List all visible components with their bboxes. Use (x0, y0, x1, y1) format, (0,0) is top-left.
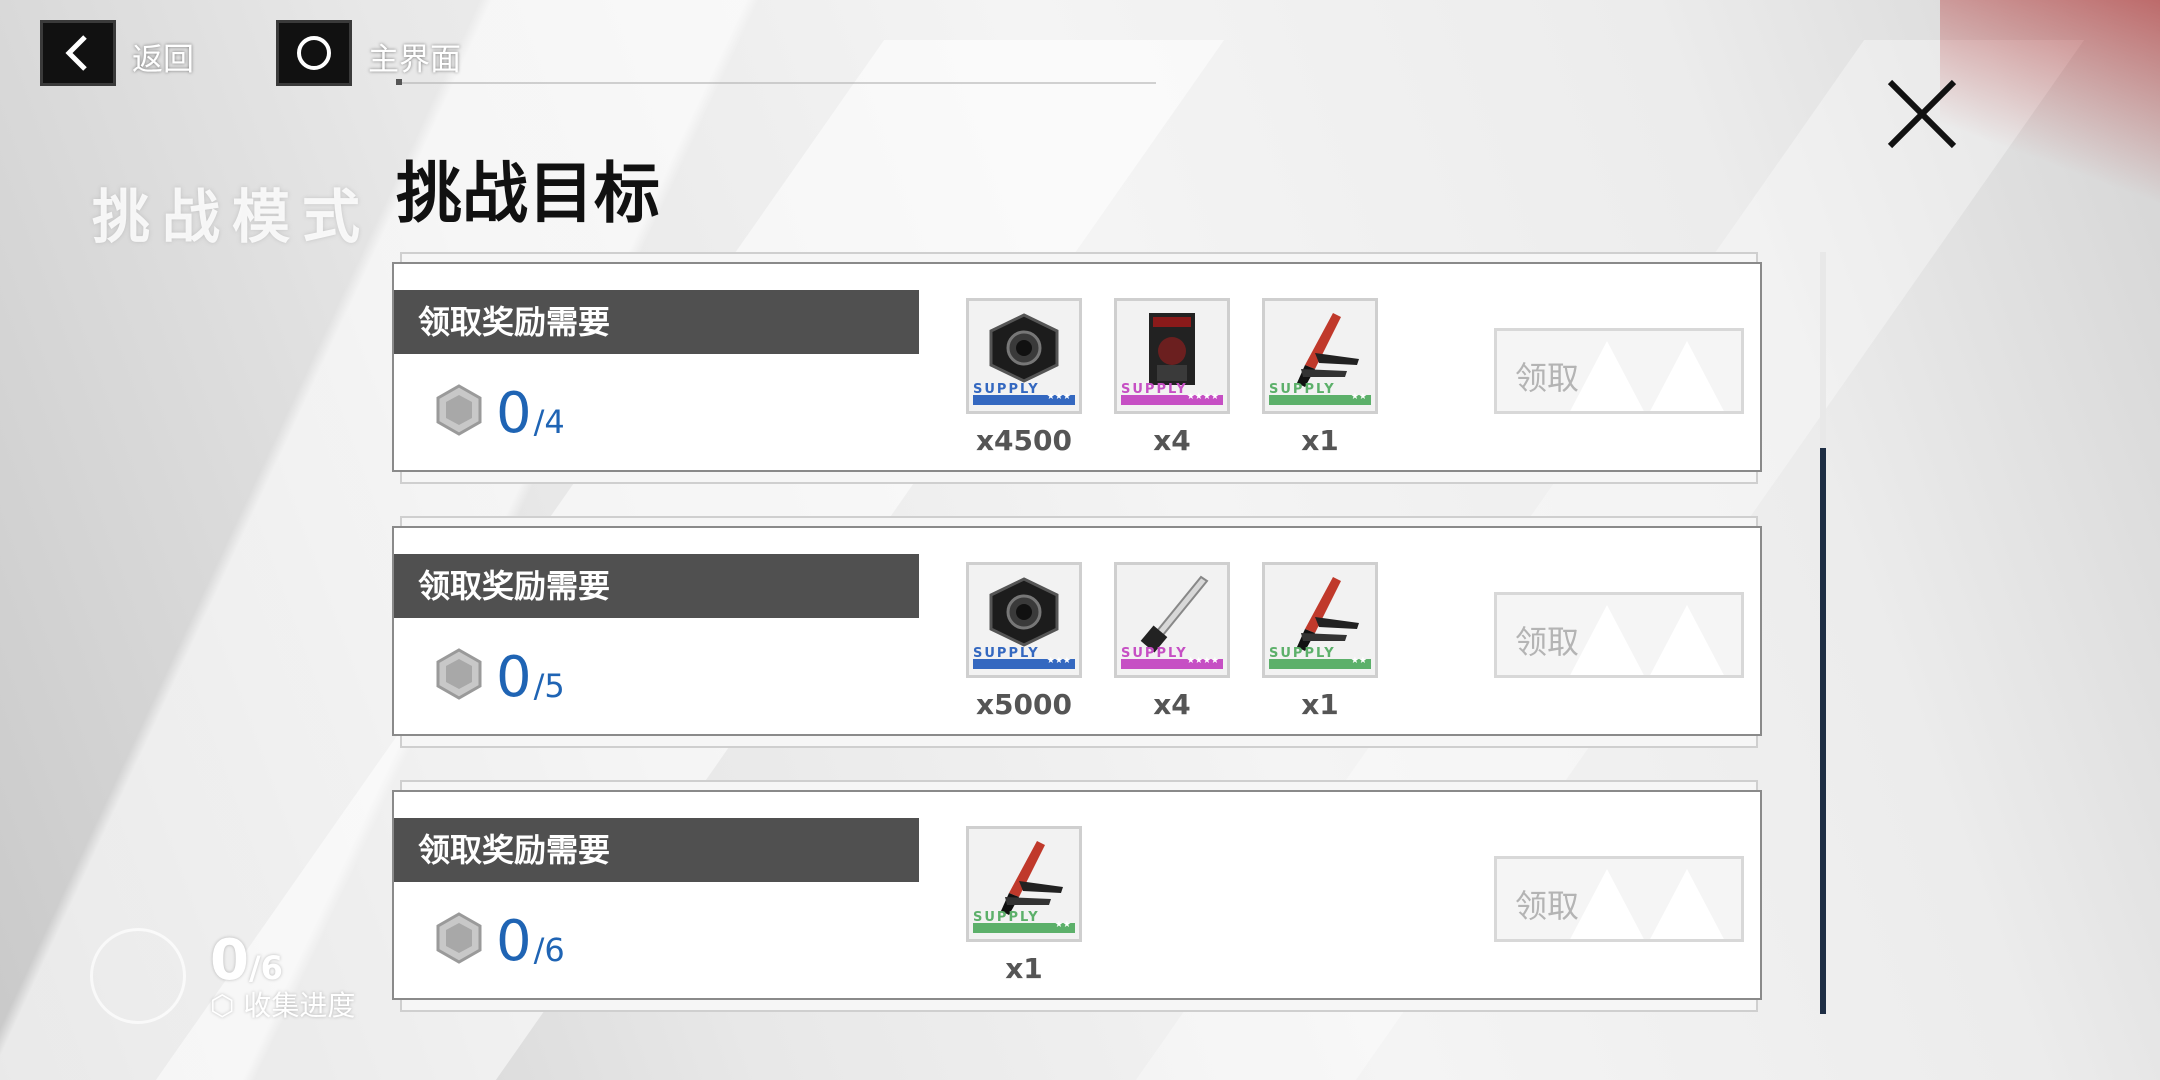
item-count: x4 (1153, 688, 1191, 721)
progress-total: /6 (533, 931, 565, 969)
requirement-label: 领取奖励需要 (394, 818, 919, 882)
item-count: x5000 (976, 688, 1072, 721)
reward-item[interactable]: SUPPLY ★★ x1 (1262, 298, 1378, 457)
rarity-stars: ★★★ (1046, 392, 1071, 402)
requirement-label: 领取奖励需要 (394, 554, 919, 618)
progress: 0 /4 (436, 384, 565, 442)
progress-total: /5 (533, 667, 565, 705)
scrollbar-thumb[interactable] (1820, 448, 1826, 1014)
combat-knife-icon (1297, 577, 1359, 651)
item-count: x1 (1005, 952, 1043, 985)
collection-label: ⬡ 收集进度 (210, 989, 356, 1022)
hex-nut-icon (989, 313, 1059, 383)
red-accent (1940, 0, 2160, 260)
item-count: x1 (1301, 424, 1339, 457)
hexagon-icon (436, 648, 482, 700)
reward-item[interactable]: SUPPLY ★★ x1 (966, 826, 1082, 985)
home-label[interactable]: 主界面 (368, 34, 461, 79)
claim-label[interactable]: 领取 (1515, 881, 1579, 927)
progress: 0 /6 (436, 912, 565, 970)
back-button[interactable] (40, 20, 116, 86)
collection-label-text: 收集进度 (243, 989, 356, 1022)
reward-item[interactable]: SUPPLY ★★★ x4500 (966, 298, 1082, 457)
combat-knife-icon (1297, 313, 1359, 387)
reward-card: 领取奖励需要 0 /4 SUPPLY ★★★ x4500 SUPPLY ★★★★… (392, 262, 1762, 472)
claim-label[interactable]: 领取 (1515, 353, 1579, 399)
rarity-stars: ★★ (1350, 656, 1367, 666)
rarity-bar: ★★★★ (1121, 656, 1223, 669)
claim-button[interactable]: 领取 (1494, 328, 1744, 414)
rarity-bar: ★★ (1269, 392, 1371, 405)
rarity-stars: ★★★ (1046, 656, 1071, 666)
hex-nut-icon (989, 577, 1059, 647)
claim-button[interactable]: 领取 (1494, 592, 1744, 678)
claim-button[interactable]: 领取 (1494, 856, 1744, 942)
blade-icon (1140, 575, 1209, 653)
item-count: x4500 (976, 424, 1072, 457)
card-edge (400, 736, 1758, 748)
progress: 0 /5 (436, 648, 565, 706)
hexagon-icon (436, 384, 482, 436)
ghost-title: 挑战模式 (92, 183, 373, 251)
collection-total: /6 (248, 949, 283, 987)
card-edge (400, 1000, 1758, 1012)
rarity-bar: ★★ (1269, 656, 1371, 669)
circle-home-icon (297, 36, 331, 70)
page-title: 挑战目标 (396, 155, 660, 232)
combat-knife-icon (1001, 841, 1063, 915)
rarity-stars: ★★★★ (1186, 656, 1219, 666)
item-count: x1 (1301, 688, 1339, 721)
progress-current: 0 (496, 645, 532, 710)
card-edge (400, 472, 1758, 484)
rarity-stars: ★★★★ (1186, 392, 1219, 402)
close-icon[interactable] (1882, 74, 1962, 154)
nav-divider (396, 82, 1156, 84)
reward-item[interactable]: SUPPLY ★★ x1 (1262, 562, 1378, 721)
data-card-icon (1149, 313, 1195, 385)
reward-item[interactable]: SUPPLY ★★★★ x4 (1114, 298, 1230, 457)
rarity-bar: ★★★ (973, 392, 1075, 405)
home-button[interactable] (276, 20, 352, 86)
reward-item[interactable]: SUPPLY ★★★★ x4 (1114, 562, 1230, 721)
collection-ring-icon (90, 928, 186, 1024)
rarity-bar: ★★★★ (1121, 392, 1223, 405)
rarity-stars: ★★ (1350, 392, 1367, 402)
back-label[interactable]: 返回 (132, 34, 194, 79)
reward-card: 领取奖励需要 0 /5 SUPPLY ★★★ x5000 SUPPLY ★★★★… (392, 526, 1762, 736)
rarity-bar: ★★★ (973, 656, 1075, 669)
progress-current: 0 (496, 381, 532, 446)
progress-current: 0 (496, 909, 532, 974)
reward-card: 领取奖励需要 0 /6 SUPPLY ★★ x1 领取 (392, 790, 1762, 1000)
nav-indicator (396, 79, 402, 85)
item-count: x4 (1153, 424, 1191, 457)
reward-item[interactable]: SUPPLY ★★★ x5000 (966, 562, 1082, 721)
claim-label[interactable]: 领取 (1515, 617, 1579, 663)
rarity-bar: ★★ (973, 920, 1075, 933)
hexagon-icon (436, 912, 482, 964)
requirement-label: 领取奖励需要 (394, 290, 919, 354)
rarity-stars: ★★ (1054, 920, 1071, 930)
chevron-left-icon (65, 35, 87, 71)
progress-total: /4 (533, 403, 565, 441)
